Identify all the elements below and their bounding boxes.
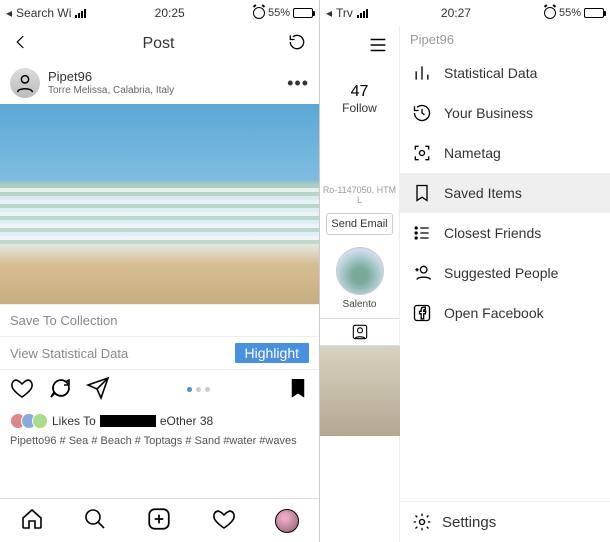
highlight-button[interactable]: Highlight — [235, 343, 309, 363]
nav-search-button[interactable] — [83, 507, 107, 534]
drawer-username: Pipet96 — [400, 26, 610, 53]
refresh-button[interactable] — [287, 32, 307, 57]
profile-strip: 47 Follow Ro-1147050. HTML Send Email Sa… — [320, 26, 400, 542]
battery-icon — [293, 8, 313, 18]
liker-avatars — [10, 413, 48, 429]
signal-icon — [357, 9, 368, 18]
author-username[interactable]: Pipet96 — [48, 70, 279, 84]
bookmark-button[interactable] — [287, 377, 309, 402]
comment-button[interactable] — [48, 376, 72, 403]
phone-left-post-view: ◂ Search Wi 20:25 55% Post Pipet96 Torre… — [0, 0, 320, 542]
follower-label: Follow — [342, 101, 377, 115]
grid-photo-thumb[interactable] — [320, 346, 400, 436]
menu-your-business[interactable]: Your Business — [400, 93, 610, 133]
bar-chart-icon — [412, 63, 432, 83]
story-highlight-label: Salento — [343, 299, 377, 310]
alarm-icon — [544, 7, 556, 19]
menu-label: Closest Friends — [444, 225, 541, 241]
carrier-label: Search Wi — [16, 6, 71, 20]
battery-pct-label: 55% — [268, 7, 290, 19]
menu-label: Open Facebook — [444, 305, 544, 321]
send-email-button[interactable]: Send Email — [326, 213, 392, 235]
status-bar-left: ◂ Search Wi 20:25 55% — [0, 0, 319, 26]
redacted-username — [100, 415, 156, 427]
post-caption[interactable]: Pipetto96 # Sea # Beach # Toptags # Sand… — [0, 433, 319, 451]
wifi-signal-icon — [75, 9, 86, 18]
bookmark-icon — [412, 183, 432, 203]
nav-add-button[interactable] — [146, 506, 172, 535]
side-drawer: Pipet96 Statistical Data Your Business N… — [400, 26, 610, 542]
menu-label: Suggested People — [444, 265, 558, 281]
scan-icon — [412, 143, 432, 163]
menu-label: Your Business — [444, 105, 533, 121]
clock-label: 20:27 — [441, 6, 471, 20]
facebook-icon — [412, 303, 432, 323]
nav-activity-button[interactable] — [212, 507, 236, 534]
page-title: Post — [30, 35, 287, 53]
menu-nametag[interactable]: Nametag — [400, 133, 610, 173]
menu-open-facebook[interactable]: Open Facebook — [400, 293, 610, 333]
back-caret-icon: ◂ — [326, 6, 332, 20]
carrier-label: Trv — [336, 6, 353, 20]
menu-statistical-data[interactable]: Statistical Data — [400, 53, 610, 93]
battery-pct-label: 55% — [559, 7, 581, 19]
phone-right-menu-view: ◂ Trv 20:27 55% 47 Follow Ro-1147050. HT… — [320, 0, 610, 542]
story-highlight[interactable] — [336, 247, 384, 295]
post-location[interactable]: Torre Melissa, Calabria, Italy — [48, 85, 279, 96]
author-avatar[interactable] — [10, 68, 40, 98]
post-image[interactable] — [0, 104, 319, 304]
like-button[interactable] — [10, 376, 34, 403]
drawer-footer: Settings — [400, 501, 610, 542]
menu-closest-friends[interactable]: Closest Friends — [400, 213, 610, 253]
menu-button[interactable] — [320, 34, 399, 59]
add-person-icon — [412, 263, 432, 283]
likes-prefix: Likes To — [52, 414, 96, 428]
follower-count[interactable]: 47 — [342, 83, 377, 101]
likes-row[interactable]: Likes To eOther 38 — [0, 409, 319, 433]
nav-profile-button[interactable] — [275, 509, 299, 533]
back-caret-icon: ◂ — [6, 6, 12, 20]
post-more-button[interactable]: ••• — [287, 73, 309, 94]
clock-history-icon — [412, 103, 432, 123]
nav-home-button[interactable] — [20, 507, 44, 534]
view-statistical-data-button[interactable]: View Statistical Data — [10, 346, 128, 361]
alarm-icon — [253, 7, 265, 19]
list-icon — [412, 223, 432, 243]
carousel-indicator — [124, 387, 273, 392]
battery-icon — [584, 8, 604, 18]
post-author-row[interactable]: Pipet96 Torre Melissa, Calabria, Italy •… — [0, 62, 319, 104]
status-bar-right: ◂ Trv 20:27 55% — [320, 0, 610, 26]
tagged-tab-icon[interactable] — [320, 318, 399, 346]
post-header: Post — [0, 26, 319, 62]
bottom-nav-left — [0, 498, 319, 542]
menu-suggested-people[interactable]: Suggested People — [400, 253, 610, 293]
menu-label: Statistical Data — [444, 65, 537, 81]
likes-suffix: eOther 38 — [160, 414, 213, 428]
menu-label: Saved Items — [444, 185, 522, 201]
menu-saved-items[interactable]: Saved Items — [400, 173, 610, 213]
share-button[interactable] — [86, 376, 110, 403]
settings-button[interactable]: Settings — [442, 514, 496, 531]
post-action-bar — [0, 369, 319, 409]
save-to-collection-button[interactable]: Save To Collection — [0, 304, 319, 336]
ro-identifier: Ro-1147050. HTML — [320, 185, 399, 205]
clock-label: 20:25 — [155, 6, 185, 20]
gear-icon[interactable] — [412, 512, 432, 532]
back-button[interactable] — [12, 33, 30, 56]
menu-label: Nametag — [444, 145, 501, 161]
